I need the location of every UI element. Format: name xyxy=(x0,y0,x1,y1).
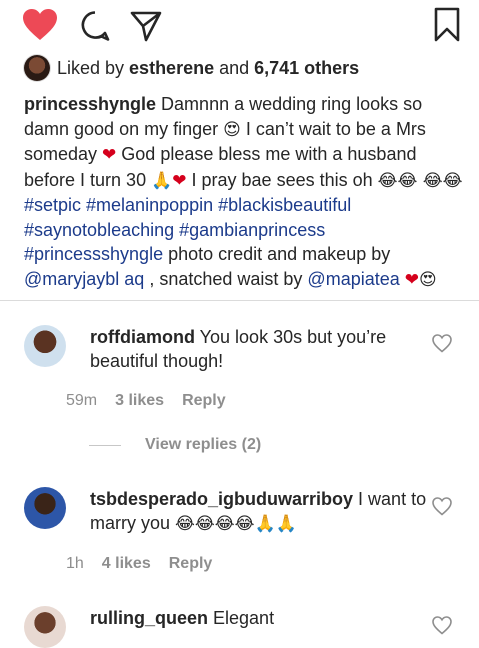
post-caption: princesshyngle Damnnn a wedding ring loo… xyxy=(24,92,464,292)
comment-username[interactable]: tsbdesperado_igbuduwarriboy xyxy=(90,489,353,509)
comment-likes[interactable]: 3 likes xyxy=(115,392,164,410)
caption-mention[interactable]: @mapiatea xyxy=(307,269,399,289)
reply-button[interactable]: Reply xyxy=(169,555,213,573)
comment-body: Elegant xyxy=(208,608,275,628)
share-icon[interactable] xyxy=(130,10,162,42)
likes-summary[interactable]: Liked by estherene and 6,741 others xyxy=(24,54,359,82)
comment-time: 1h xyxy=(66,555,84,572)
bookmark-icon[interactable] xyxy=(433,7,461,43)
comment-likes[interactable]: 4 likes xyxy=(102,555,151,573)
avatar[interactable] xyxy=(24,606,66,648)
praying-hands-emoji: 🙏 xyxy=(151,170,173,191)
red-heart-emoji: ❤ xyxy=(172,170,187,191)
comment-icon[interactable] xyxy=(80,10,110,42)
view-replies-label: View replies (2) xyxy=(145,436,262,453)
reply-button[interactable]: Reply xyxy=(182,392,226,410)
likes-mid: and xyxy=(214,57,255,78)
view-replies-button[interactable]: View replies (2) xyxy=(89,436,261,454)
joy-emoji: 😂😂😂😂🙏🙏 xyxy=(175,514,297,534)
joy-emoji: 😂😂 😂😂 xyxy=(377,170,463,191)
heart-outline-icon[interactable] xyxy=(432,616,452,635)
caption-text: , snatched waist by xyxy=(144,268,308,289)
comment-text: roffdiamond You look 30s but you’re beau… xyxy=(90,325,430,373)
liker-avatar xyxy=(24,55,50,81)
heart-outline-icon[interactable] xyxy=(432,334,452,353)
heart-outline-icon[interactable] xyxy=(432,497,452,516)
red-heart-emoji: ❤ xyxy=(404,269,420,290)
likes-prefix: Liked by xyxy=(57,57,130,78)
heart-filled-icon[interactable] xyxy=(22,8,58,42)
divider xyxy=(0,300,479,301)
action-bar xyxy=(0,0,479,52)
comment-meta: 1h 4 likes Reply xyxy=(66,555,230,573)
caption-text: I pray bae sees this oh xyxy=(186,169,378,190)
comment-text: rulling_queen Elegant xyxy=(90,606,430,630)
comment-time: 59m xyxy=(66,392,98,409)
caption-username[interactable]: princesshyngle xyxy=(24,94,156,114)
heart-eyes-emoji: 😍 xyxy=(223,119,241,140)
red-heart-emoji: ❤ xyxy=(102,145,117,165)
likes-count[interactable]: 6,741 others xyxy=(254,58,359,78)
heart-eyes-emoji: 😍 xyxy=(419,269,437,290)
comment-username[interactable]: rulling_queen xyxy=(90,608,208,628)
avatar[interactable] xyxy=(24,487,66,529)
comment-meta: 59m 3 likes Reply xyxy=(66,392,244,410)
liker-username[interactable]: estherene xyxy=(129,58,214,78)
caption-text: photo credit and makeup by xyxy=(163,244,391,264)
comment-username[interactable]: roffdiamond xyxy=(90,327,195,347)
comment-text: tsbdesperado_igbuduwarriboy I want to ma… xyxy=(90,487,430,536)
avatar[interactable] xyxy=(24,325,66,367)
caption-mention[interactable]: @maryjaybl aq xyxy=(24,269,144,289)
divider xyxy=(89,444,121,446)
